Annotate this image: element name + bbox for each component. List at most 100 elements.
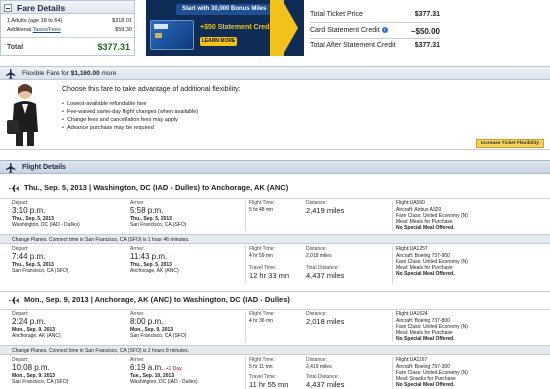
flexible-fare-lead: Choose this fare to take advantage of ad… xyxy=(62,86,241,93)
flight-time-label: Flight Time: xyxy=(249,246,275,252)
fare-taxes-row: Additional Taxes/Fees $59.30 xyxy=(7,27,132,35)
depart-place: San Francisco, CA (SFO) xyxy=(12,268,69,274)
adults-value: $318.01 xyxy=(112,18,132,24)
travel-time: 11 hr 55 mn xyxy=(249,380,289,389)
depart-time: 2:24 p.m. xyxy=(12,317,46,326)
change-planes-text: Change Planes. Connect time in San Franc… xyxy=(12,348,190,354)
info-icon[interactable]: i xyxy=(381,27,388,33)
ticket-price-panel: Total Ticket Price $377.31 Card Statemen… xyxy=(306,0,440,56)
distance: 2,018 miles xyxy=(306,317,345,326)
arrive-time: 6:19 a.m. xyxy=(130,363,164,372)
after-credit-value: $377.31 xyxy=(414,42,440,49)
divider xyxy=(392,246,393,284)
flight-time: 5 hr 11 mn xyxy=(249,364,273,370)
plane-icon xyxy=(6,69,16,79)
airplane-icon xyxy=(8,184,19,193)
promo-arrow-icon xyxy=(282,0,298,56)
divider xyxy=(310,22,440,23)
divider xyxy=(310,38,440,39)
total-ticket-label: Total Ticket Price xyxy=(310,11,363,18)
total-distance: 4,437 miles xyxy=(306,380,345,389)
trip-header-text: Thu., Sep. 5, 2013 | Washington, DC (IAD… xyxy=(24,183,289,192)
depart-place: Anchorage, AK (ANC) xyxy=(12,333,61,339)
fare-adults-row: 1 Adults (age 18 to 64) $318.01 xyxy=(7,18,132,26)
flex-bullet: Change fees and cancellation fees may ap… xyxy=(62,117,178,123)
statement-credit-label: Card Statement Credit xyxy=(310,27,380,34)
promo-statement: +$50 Statement Credit xyxy=(200,24,274,31)
promo-headline: Start with 30,000 Bonus Miles xyxy=(182,6,267,12)
taxes-fees-link[interactable]: Taxes/Fees xyxy=(33,27,61,33)
change-planes-row: Change Planes. Connect time in San Franc… xyxy=(0,234,550,244)
fare-details-header[interactable]: Fare Details xyxy=(1,1,134,14)
divider xyxy=(245,246,246,284)
increase-flexibility-button[interactable]: Increase Ticket Flexibility xyxy=(476,139,544,148)
flight-segment: Depart: 2:24 p.m. Mon., Sep. 9, 2013 Anc… xyxy=(0,309,550,344)
divider xyxy=(392,312,393,342)
plus-day: +1 Day xyxy=(165,366,182,372)
fare-details-title: Fare Details xyxy=(17,3,66,13)
flight-number: Flight:UA1257 xyxy=(396,246,428,252)
change-planes-text: Change Planes. Connect time in San Franc… xyxy=(12,237,190,243)
trip-header: Thu., Sep. 5, 2013 | Washington, DC (IAD… xyxy=(0,180,550,197)
taxes-prefix: Additional xyxy=(7,27,33,33)
statement-credit-value: –$50.00 xyxy=(411,27,440,36)
flex-bullet: Fee-waived same-day flight changes (when… xyxy=(62,109,198,115)
flight-number: Flight:UA1624 xyxy=(396,311,428,317)
flex-suffix: more xyxy=(99,70,117,77)
depart-place: Washington, DC (IAD - Dulles) xyxy=(12,222,80,228)
arrive-place: Washington, DC (IAD - Dulles) xyxy=(130,379,198,385)
flexible-fare-text: Flexible Fare for $1,160.00 more xyxy=(22,70,116,77)
arrive-place: Anchorage, AK (ANC) xyxy=(130,268,179,274)
taxes-value: $59.30 xyxy=(115,27,132,33)
flight-segment: Depart: 3:10 p.m. Thu., Sep. 5, 2013 Was… xyxy=(0,198,550,233)
arrive-place: San Francisco, CA (SFO) xyxy=(130,222,187,228)
airplane-icon xyxy=(8,296,19,305)
depart-time: 10:08 p.m. xyxy=(12,363,50,372)
total-ticket-value: $377.31 xyxy=(414,11,440,18)
collapse-minus-icon[interactable] xyxy=(4,4,12,12)
fare-total-row: Total $377.31 xyxy=(1,37,134,55)
statement-credit-label-wrap: Card Statement Credit i xyxy=(310,27,388,34)
flight-time-label: Flight Time: xyxy=(249,200,275,206)
change-planes-row: Change Planes. Connect time in San Franc… xyxy=(0,345,550,355)
flight-details-bar[interactable]: Flight Details xyxy=(0,160,550,174)
divider xyxy=(392,201,393,231)
depart-time: 3:10 p.m. xyxy=(12,206,46,215)
distance-label: Distance: xyxy=(306,357,327,363)
flight-time-label: Flight Time: xyxy=(249,357,275,363)
fare-details-panel: Fare Details 1 Adults (age 18 to 64) $31… xyxy=(0,0,135,56)
flex-price: $1,160.00 xyxy=(70,70,100,77)
trip-header: Mon., Sep. 9, 2013 | Anchorage, AK (ANC)… xyxy=(0,291,550,308)
divider xyxy=(392,357,393,389)
total-ticket-row: Total Ticket Price $377.31 xyxy=(310,9,440,21)
divider xyxy=(245,201,246,231)
distance: 2,419 miles xyxy=(306,206,345,215)
flight-time: 5 hr 48 mn xyxy=(249,207,273,213)
arrive-time: 11:43 p.m. xyxy=(130,252,168,261)
distance: 2,018 miles xyxy=(306,253,332,259)
depart-place: San Francisco, CA (SFO) xyxy=(12,379,69,385)
flight-number: Flight:UA560 xyxy=(396,200,425,206)
adults-label: 1 Adults (age 18 to 64) xyxy=(7,18,63,24)
statement-credit-row: Card Statement Credit i –$50.00 xyxy=(310,25,440,37)
flight-segment: Depart: 7:44 p.m. Thu., Sep. 5, 2013 San… xyxy=(0,244,550,286)
flight-time: 4 hr 59 mn xyxy=(249,253,273,259)
flight-details-title: Flight Details xyxy=(22,164,66,171)
divider xyxy=(245,357,246,389)
trip-header-text: Mon., Sep. 9, 2013 | Anchorage, AK (ANC)… xyxy=(24,295,290,304)
arrive-time-wrap: 6:19 a.m. +1 Day xyxy=(130,363,182,372)
flex-bullet: Lowest-available refundable fare xyxy=(62,101,147,107)
learn-more-button[interactable]: LEARN MORE xyxy=(200,37,237,46)
flight-time-label: Flight Time: xyxy=(249,311,275,317)
total-label: Total xyxy=(7,44,24,51)
distance-label: Distance: xyxy=(306,246,327,252)
flight-segment: Depart: 10:08 p.m. Mon., Sep. 9, 2013 Sa… xyxy=(0,355,550,389)
special-meal: No Special Meal Offered. xyxy=(396,271,455,277)
arrive-place: San Francisco, CA (SFO) xyxy=(130,333,187,339)
total-distance: 4,437 miles xyxy=(306,271,345,280)
distance: 2,419 miles xyxy=(306,364,332,370)
flexible-fare-bar[interactable]: Flexible Fare for $1,160.00 more xyxy=(0,66,550,80)
flight-number: Flight:UA1167 xyxy=(396,357,428,363)
flex-bullet: Advance purchase may be required xyxy=(62,125,154,131)
plane-icon xyxy=(6,163,16,173)
